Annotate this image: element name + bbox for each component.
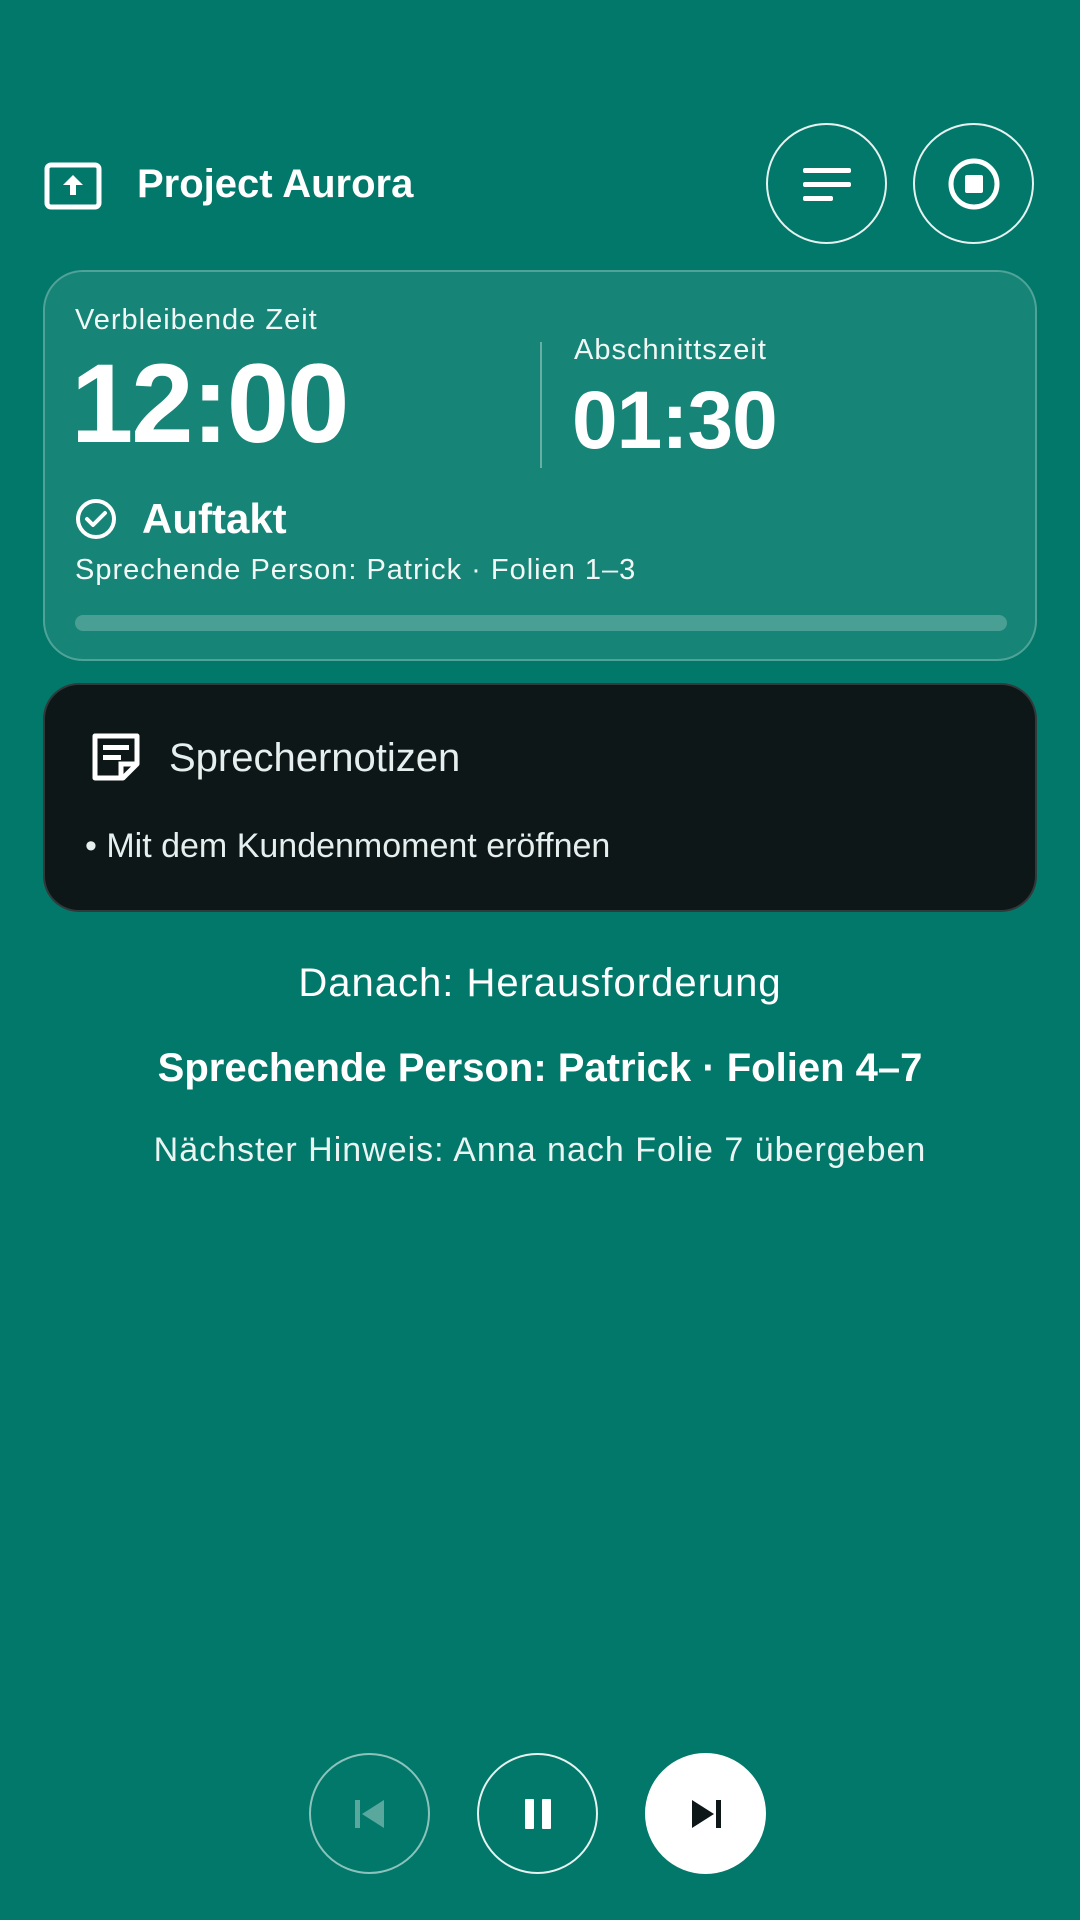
stop-icon: [948, 158, 999, 209]
check-circle-icon: [76, 499, 116, 539]
skip-previous-icon: [354, 1799, 384, 1828]
speaker-notes-title: Sprechernotizen: [169, 736, 461, 780]
present-upload-icon: [44, 162, 102, 210]
stop-button[interactable]: [913, 123, 1034, 244]
next-segment-button[interactable]: [645, 1753, 766, 1874]
remaining-time-value: 12:00: [71, 341, 349, 466]
section-time-value: 01:30: [572, 375, 778, 466]
header: Project Aurora: [44, 123, 1038, 247]
app-title: Project Aurora: [137, 162, 414, 206]
current-segment-name: Auftakt: [142, 495, 287, 542]
pause-icon: [524, 1798, 551, 1829]
speaker-notes-item: • Mit dem Kundenmoment eröffnen: [85, 827, 611, 865]
timer-divider: [540, 342, 542, 468]
speaker-notes-card[interactable]: Sprechernotizen • Mit dem Kundenmoment e…: [43, 683, 1037, 912]
menu-lines-icon: [802, 167, 851, 201]
segment-progress-bar: [75, 615, 1007, 631]
next-segment-meta: Sprechende Person: Patrick · Folien 4–7: [157, 1046, 923, 1090]
next-segment-title: Danach: Herausforderung: [298, 961, 782, 1005]
previous-segment-button[interactable]: [309, 1753, 430, 1874]
skip-next-icon: [691, 1799, 721, 1828]
menu-button[interactable]: [766, 123, 887, 244]
pause-button[interactable]: [477, 1753, 598, 1874]
next-cue: Nächster Hinweis: Anna nach Folie 7 über…: [153, 1131, 927, 1169]
notes-icon: [92, 733, 140, 781]
remaining-time-label: Verbleibende Zeit: [75, 304, 318, 336]
timer-card: Verbleibende Zeit 12:00 Abschnittszeit 0…: [43, 270, 1037, 661]
section-time-label: Abschnittszeit: [574, 334, 767, 366]
current-segment-meta: Sprechende Person: Patrick · Folien 1–3: [75, 554, 637, 586]
